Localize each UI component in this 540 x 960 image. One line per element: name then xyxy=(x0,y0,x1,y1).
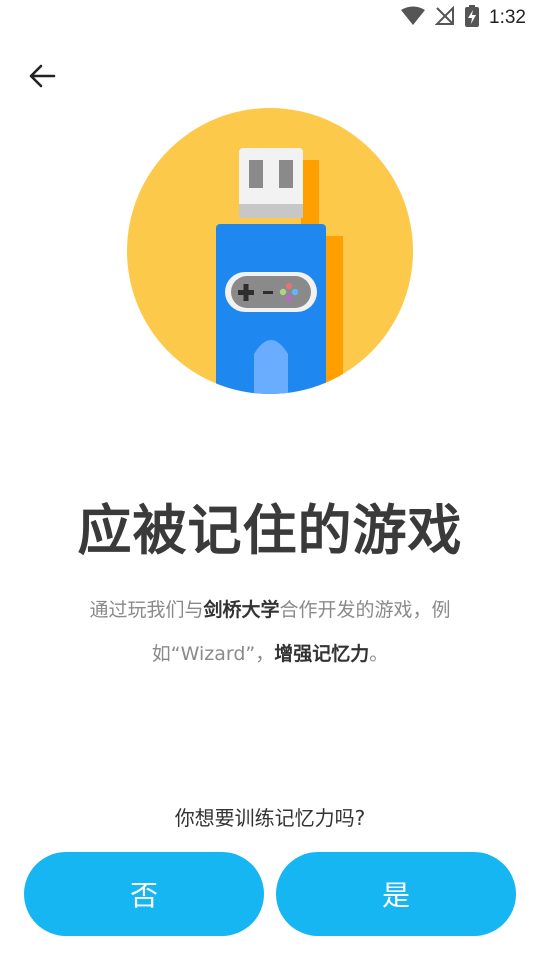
wifi-icon xyxy=(401,6,426,30)
status-time: 1:32 xyxy=(489,7,526,28)
description-text-3: 。 xyxy=(369,643,389,665)
no-signal-icon xyxy=(434,5,455,30)
status-bar: 1:32 xyxy=(0,0,540,36)
question-text: 你想要训练记忆力吗? xyxy=(174,806,366,830)
usb-game-controller-illustration xyxy=(127,108,413,394)
description-highlight-cambridge: 剑桥大学 xyxy=(203,599,280,621)
description-highlight-memory: 增强记忆力 xyxy=(274,643,370,665)
page-title: 应被记住的游戏 xyxy=(77,499,463,562)
yes-button[interactable]: 是 xyxy=(276,852,516,936)
description: 通过玩我们与剑桥大学合作开发的游戏，例如“Wizard”，增强记忆力。 xyxy=(60,588,480,676)
back-button[interactable] xyxy=(22,58,62,98)
description-text-1: 通过玩我们与 xyxy=(89,599,204,621)
arrow-left-icon xyxy=(28,62,56,94)
no-button[interactable]: 否 xyxy=(24,852,264,936)
battery-charging-icon xyxy=(465,5,480,31)
